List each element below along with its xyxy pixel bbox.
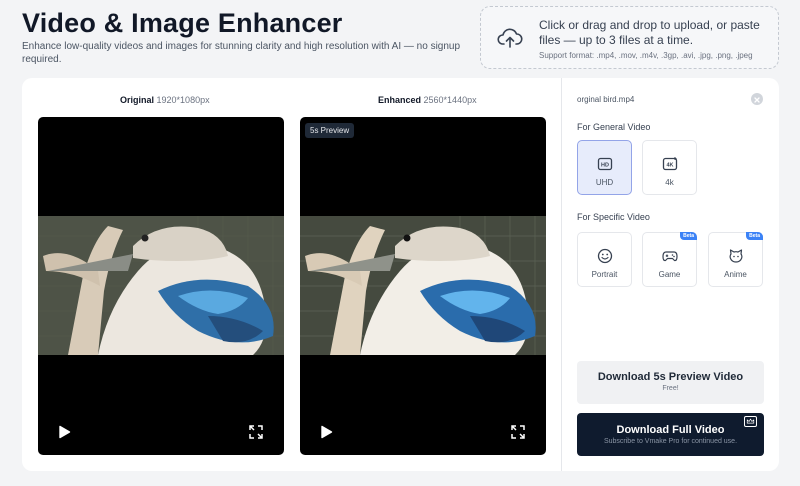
svg-text:4K: 4K	[666, 163, 673, 169]
beta-badge: Beta	[680, 232, 697, 240]
enhanced-resolution: 2560*1440px	[423, 95, 477, 105]
original-label: Original	[120, 95, 155, 105]
smile-icon	[597, 248, 613, 264]
svg-text:HD: HD	[601, 163, 609, 169]
download-full-label: Download Full Video	[616, 424, 725, 436]
enhancer-card: Original 1920*1080px Enhanced 2560*1440p…	[22, 78, 779, 471]
page-subtitle: Enhance low-quality videos and images fo…	[22, 41, 461, 65]
option-anime-label: Anime	[724, 270, 747, 279]
download-preview-label: Download 5s Preview Video	[597, 371, 744, 383]
original-resolution: 1920*1080px	[156, 95, 210, 105]
file-name: orginal bird.mp4	[577, 95, 635, 104]
option-portrait-label: Portrait	[591, 270, 618, 279]
option-game-label: Game	[658, 270, 681, 279]
general-video-heading: For General Video	[577, 122, 651, 132]
upload-instructions: Click or drag and drop to upload, or pas…	[539, 18, 760, 47]
page-title: Video & Image Enhancer	[22, 8, 343, 38]
original-label-row: Original 1920*1080px	[120, 95, 210, 105]
preview-badge: 5s Preview	[305, 123, 355, 138]
specific-video-heading: For Specific Video	[577, 212, 650, 222]
pro-crown-icon	[744, 416, 757, 427]
4k-icon: 4K	[662, 157, 678, 171]
enhanced-video-player[interactable]: 5s Preview	[300, 117, 546, 455]
option-4k[interactable]: 4K 4k	[642, 140, 697, 195]
close-icon	[754, 97, 760, 103]
option-portrait[interactable]: Portrait	[577, 232, 632, 287]
original-video-player[interactable]	[38, 117, 284, 455]
original-video-frame	[38, 216, 284, 355]
play-icon[interactable]	[319, 425, 333, 439]
enhanced-label: Enhanced	[378, 95, 422, 105]
gamepad-icon	[662, 251, 678, 262]
download-full-button[interactable]: Download Full Video Subscribe to Vmake P…	[577, 413, 764, 456]
upload-dropzone[interactable]: Click or drag and drop to upload, or pas…	[480, 6, 779, 69]
fullscreen-icon[interactable]	[248, 424, 264, 440]
settings-panel: orginal bird.mp4 For General Video HD UH…	[562, 78, 779, 471]
hd-icon: HD	[597, 157, 613, 171]
enhanced-video-frame	[300, 216, 546, 355]
option-game[interactable]: Beta Game	[642, 232, 697, 287]
cloud-upload-icon	[497, 28, 523, 48]
cat-face-icon	[729, 249, 743, 263]
download-preview-button[interactable]: Download 5s Preview Video Free!	[577, 361, 764, 404]
option-uhd-label: UHD	[595, 178, 614, 187]
upload-formats: Support format: .mp4, .mov, .m4v, .3gp, …	[539, 51, 753, 60]
download-preview-sub: Free!	[662, 385, 679, 392]
play-icon[interactable]	[57, 425, 71, 439]
enhanced-label-row: Enhanced 2560*1440px	[378, 95, 477, 105]
option-uhd[interactable]: HD UHD	[577, 140, 632, 195]
option-4k-label: 4k	[665, 178, 674, 187]
remove-file-button[interactable]	[751, 93, 763, 105]
fullscreen-icon[interactable]	[510, 424, 526, 440]
beta-badge: Beta	[746, 232, 763, 240]
download-full-sub: Subscribe to Vmake Pro for continued use…	[603, 438, 738, 445]
option-anime[interactable]: Beta Anime	[708, 232, 763, 287]
